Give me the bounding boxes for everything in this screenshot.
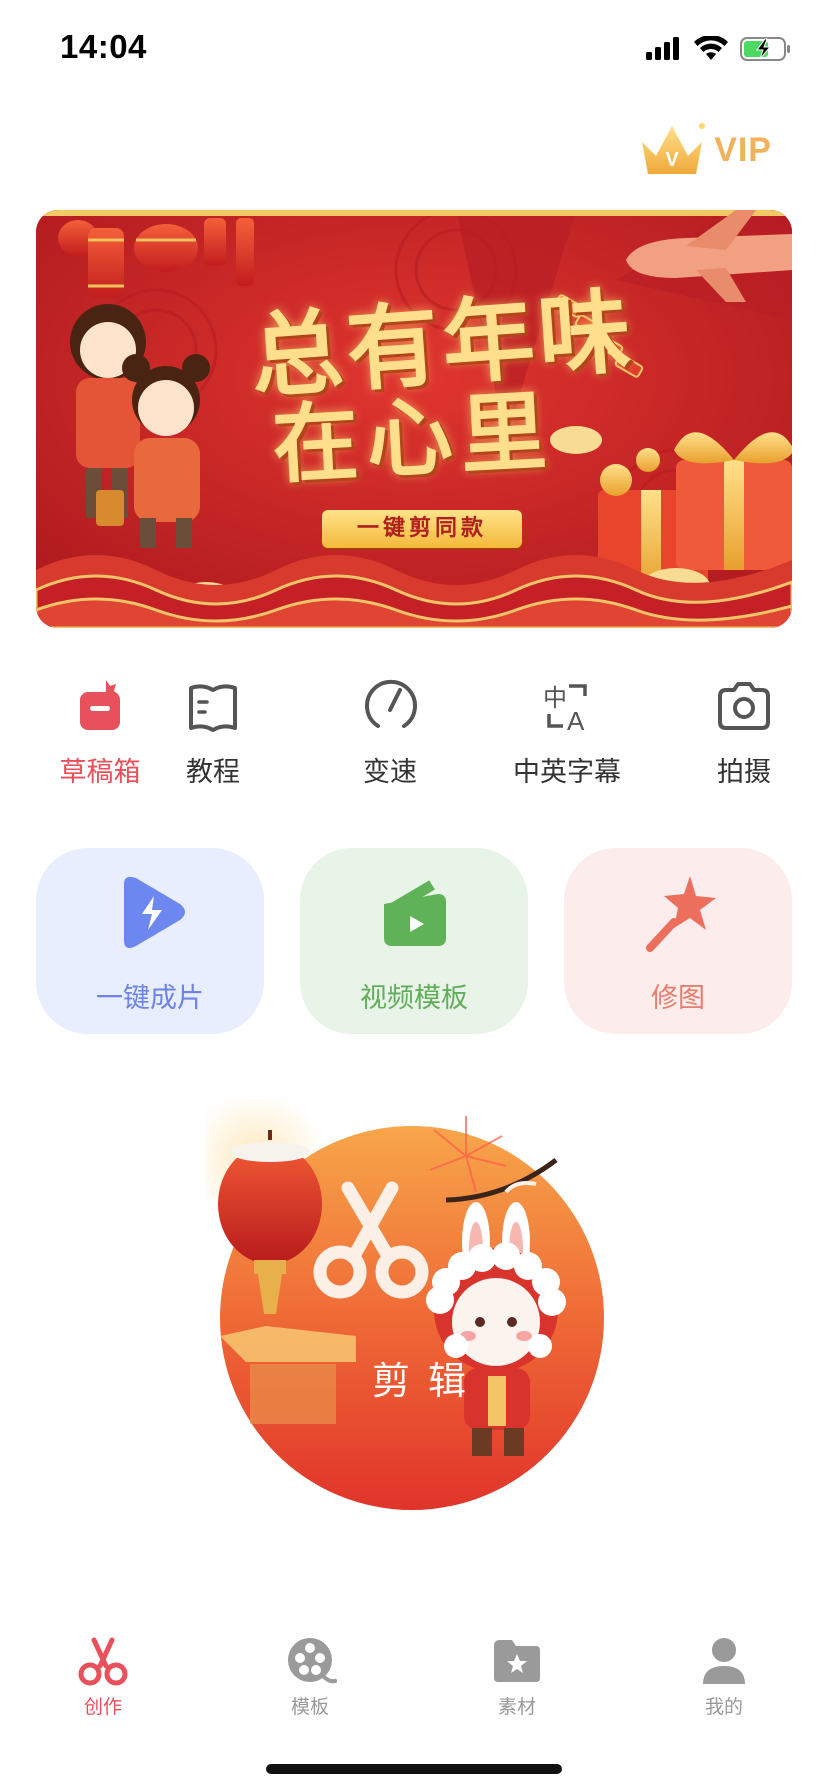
draft-box-icon xyxy=(80,680,120,730)
quick-tools: 草稿箱 教程 变速 中 A 中英字幕 拍摄 xyxy=(0,676,828,796)
tab-label: 我的 xyxy=(704,1696,743,1718)
status-bar: 14:04 xyxy=(0,0,828,96)
signal-icon xyxy=(646,37,679,60)
crown-icon: V xyxy=(642,123,706,174)
tab-templates[interactable]: 模板 xyxy=(250,1636,370,1719)
tab-label: 模板 xyxy=(290,1696,329,1718)
tool-camera[interactable]: 拍摄 xyxy=(669,676,819,789)
tab-label: 创作 xyxy=(83,1696,122,1718)
tool-label: 教程 xyxy=(186,757,240,788)
card-video-template[interactable]: 视频模板 xyxy=(300,848,528,1034)
video-template-icon xyxy=(384,880,446,946)
card-photo-edit[interactable]: 修图 xyxy=(564,848,792,1034)
scissors-tab-icon xyxy=(78,1637,128,1686)
tab-profile[interactable]: 我的 xyxy=(664,1636,784,1719)
edit-label: 剪辑 xyxy=(372,1359,485,1403)
material-folder-icon xyxy=(494,1640,540,1682)
film-reel-icon xyxy=(288,1638,337,1684)
edit-start-button[interactable] xyxy=(186,1090,646,1520)
card-label: 视频模板 xyxy=(360,983,468,1014)
user-profile-icon xyxy=(703,1638,745,1684)
svg-text:中: 中 xyxy=(543,684,567,712)
battery-charging-icon xyxy=(740,37,790,61)
photo-edit-wand-icon xyxy=(646,876,716,952)
tool-label: 拍摄 xyxy=(717,757,771,788)
tool-tutorial[interactable]: 教程 xyxy=(138,676,288,789)
svg-text:V: V xyxy=(666,149,680,171)
status-time: 14:04 xyxy=(60,28,147,65)
status-icons xyxy=(646,36,792,62)
tool-label: 变速 xyxy=(363,757,417,788)
card-one-click-video[interactable]: 一键成片 xyxy=(36,848,264,1034)
card-label: 一键成片 xyxy=(96,983,204,1014)
promo-banner[interactable]: 总有年味 在心里 一键剪同款 xyxy=(36,210,792,628)
subtitle-translate-icon: 中 A xyxy=(543,684,587,736)
tool-speed[interactable]: 变速 xyxy=(315,676,465,789)
one-click-video-icon xyxy=(124,876,185,948)
vip-label: VIP xyxy=(714,130,772,169)
tool-subtitles[interactable]: 中 A 中英字幕 xyxy=(492,676,642,789)
card-label: 修图 xyxy=(651,983,705,1014)
banner-cta-button[interactable]: 一键剪同款 xyxy=(322,510,522,548)
tutorial-book-icon xyxy=(189,684,237,732)
banner-title-line2: 在心里 xyxy=(269,380,557,497)
tab-create[interactable]: 创作 xyxy=(43,1636,163,1719)
speed-gauge-icon xyxy=(365,679,417,728)
tool-label: 中英字幕 xyxy=(513,757,621,788)
camera-icon xyxy=(718,682,770,730)
wifi-icon xyxy=(694,36,728,60)
edit-hero-illustration xyxy=(186,1090,604,1510)
bottom-tab-bar: 创作 模板 素材 我的 xyxy=(0,1620,828,1730)
home-indicator[interactable] xyxy=(266,1764,562,1774)
svg-text:A: A xyxy=(567,706,585,736)
vip-button[interactable]: V VIP xyxy=(636,118,772,182)
tab-materials[interactable]: 素材 xyxy=(457,1636,577,1719)
tab-label: 素材 xyxy=(497,1696,536,1718)
